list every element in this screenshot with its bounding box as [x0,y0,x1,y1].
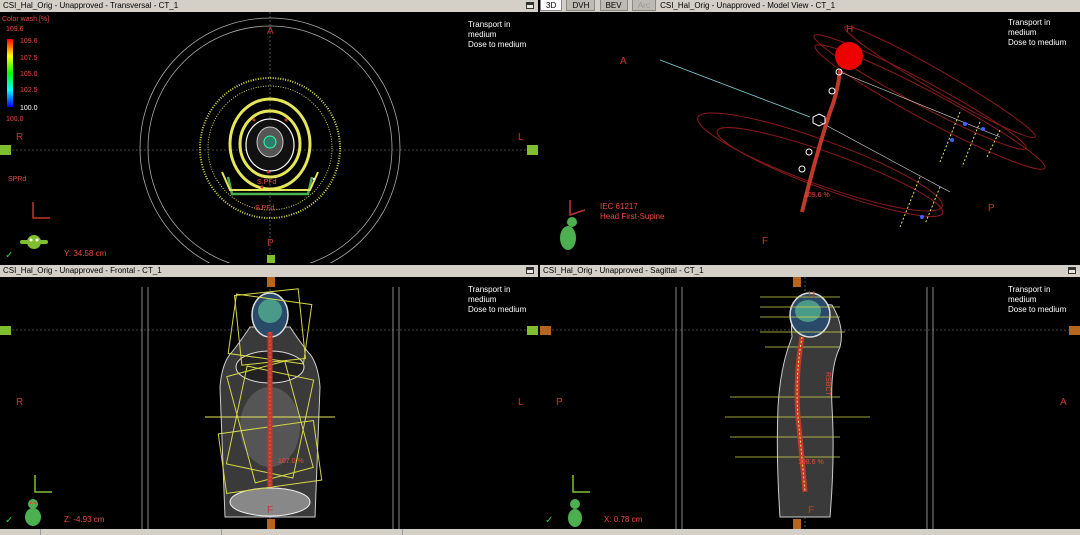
structure-label-3: S.PFd [257,179,277,186]
orient-anterior: A [620,56,627,67]
orient-left: R [16,132,24,143]
bottom-status-bar [0,529,1080,535]
structure-label-2: S.PFd [255,205,275,212]
head-target [835,42,863,70]
tab-3d[interactable]: 3D [540,0,563,11]
orient-bottom: P [267,238,274,249]
frontal-image[interactable] [0,277,538,529]
frontal-pane[interactable]: CSI_Hal_Orig - Unapproved - Frontal - CT… [0,265,538,529]
sagittal-title: CSI_Hal_Orig - Unapproved - Sagittal - C… [543,266,704,275]
model-view[interactable]: Transport in medium Dose to medium H A P… [540,12,1080,263]
frontal-maximize-button[interactable] [526,267,534,274]
frontal-dose-label: 107.0 % [278,458,304,465]
beam-line [659,59,811,118]
model-tabs: 3D DVH BEV Arc [540,0,658,12]
sagittal-maximize-button[interactable] [1068,267,1076,274]
colorwash-tick-1: 109.6 [20,38,38,45]
model-titlebar: 3D DVH BEV Arc CSI_Hal_Orig - Unapproved… [540,0,1080,12]
transversal-maximize-button[interactable] [526,2,534,9]
orient-feet: F [762,236,769,247]
sagittal-image[interactable] [540,277,1080,529]
target-center [263,135,277,149]
sagittal-view[interactable]: Transport in medium Dose to medium P A H… [540,277,1080,529]
sagittal-coord: X: 0.78 cm [604,515,643,524]
transversal-titlebar: CSI_Hal_Orig - Unapproved - Transversal … [0,0,538,12]
transversal-pane[interactable]: CSI_Hal_Orig - Unapproved - Transversal … [0,0,538,263]
orient-frontal-bottom: F [267,505,274,516]
colorwash-min-handle[interactable]: 100.0 [20,105,38,112]
patient-orientation-icon [20,235,48,249]
colorwash-max: 109.6 [6,26,24,33]
sagittal-info: Transport in medium Dose to medium [1008,285,1067,314]
sagittal-titlebar: CSI_Hal_Orig - Unapproved - Sagittal - C… [540,265,1080,277]
isocenter-marker [812,113,826,127]
left-marker [0,145,11,155]
colorwash-bar [7,39,13,107]
right-marker [527,145,538,155]
transversal-check-icon: ✓ [5,250,14,261]
colorwash-tick-4: 102.5 [20,87,38,94]
model-title: CSI_Hal_Orig - Unapproved - Model View -… [660,1,836,10]
frontal-titlebar: CSI_Hal_Orig - Unapproved - Frontal - CT… [0,265,538,277]
orient-sagittal-right: A [1060,397,1067,408]
tab-arc[interactable]: Arc [631,0,656,11]
sagittal-pane[interactable]: CSI_Hal_Orig - Unapproved - Sagittal - C… [540,265,1080,529]
frontal-view[interactable]: Transport in medium Dose to medium R L F… [0,277,538,529]
model-info: Transport in medium Dose to medium [1008,18,1067,47]
model-dose-label: 109.6 % [804,192,830,199]
orient-right: L [518,132,524,143]
sagittal-vertical-label: RSBCT [824,372,831,396]
transversal-view[interactable]: Color wash [%] 109.6 109.6 107.5 105.0 1… [0,12,538,263]
sagittal-patient-icon [568,499,582,527]
bottom-marker [267,255,275,263]
orient-sagittal-left: P [556,397,563,408]
transversal-title: CSI_Hal_Orig - Unapproved - Transversal … [3,1,179,10]
tab-bev[interactable]: BEV [599,0,628,11]
sagittal-check-icon: ✓ [545,515,554,526]
axis-indicator [32,202,50,219]
sagittal-dose-label: 108.6 % [798,459,824,466]
transversal-coord: Y: 34.58 cm [64,249,107,258]
orient-top: A [267,26,274,37]
frontal-patient-icon [25,499,41,526]
orient-sagittal-bottom: F [808,505,815,516]
orient-head: H [846,24,854,35]
transversal-image[interactable] [0,12,538,263]
orient-frontal-right: L [518,397,524,408]
tab-dvh[interactable]: DVH [566,0,596,11]
model-3d-image[interactable] [540,12,1080,263]
colorwash-tick-3: 105.0 [20,71,38,78]
frontal-coord: Z: -4.93 cm [64,515,105,524]
transversal-info: Transport in medium Dose to medium [468,20,527,49]
model-pane[interactable]: 3D DVH BEV Arc CSI_Hal_Orig - Unapproved… [540,0,1080,263]
frontal-title: CSI_Hal_Orig - Unapproved - Frontal - CT… [3,266,162,275]
orient-frontal-left: R [16,397,24,408]
structure-label-1: SPRd [8,176,27,183]
colorwash-title: Color wash [%] [2,16,50,23]
iec-label: IEC 61217 Head First-Supine [600,202,665,221]
orient-sagittal-top: H [808,290,816,301]
colorwash-min: 100.0 [6,116,24,123]
model-patient-icon [560,217,577,250]
orient-posterior: P [988,203,995,214]
colorwash-tick-2: 107.5 [20,55,38,62]
frontal-check-icon: ✓ [5,515,14,526]
frontal-info: Transport in medium Dose to medium [468,285,527,314]
